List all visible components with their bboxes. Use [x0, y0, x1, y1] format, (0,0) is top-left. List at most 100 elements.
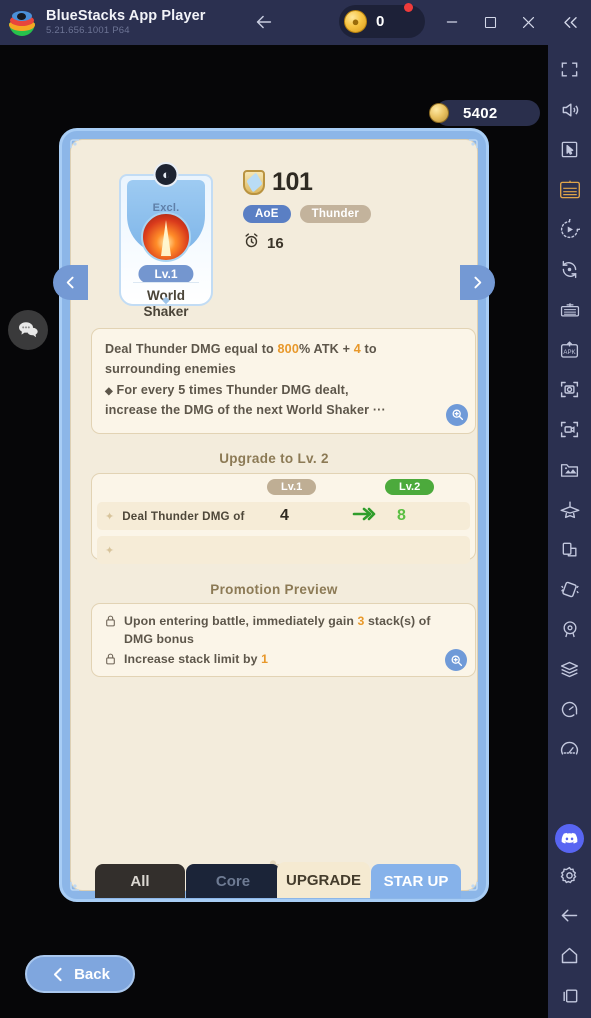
desc-text-3: For every 5 times Thunder DMG dealt, [112, 382, 349, 397]
collapse-sidebar-button[interactable] [554, 6, 586, 38]
shake-icon [559, 579, 580, 605]
skill-tags: AoE Thunder [243, 205, 372, 223]
desc-text-4: increase the DMG of the next World Shake… [105, 403, 370, 418]
rotate-icon [559, 259, 580, 285]
titlebar-texts: BlueStacks App Player 5.21.656.1001 P64 [46, 7, 206, 37]
desc-text-c: to [360, 342, 377, 356]
emblem-diamond-icon: ◆ [162, 295, 170, 306]
sidebar-item-recent-apps[interactable] [548, 978, 591, 1018]
settings-gear-icon [559, 865, 580, 891]
sidebar-item-multi-instance[interactable] [548, 292, 591, 332]
skill-tag-element: Thunder [299, 205, 372, 223]
screen-root: BlueStacks App Player 5.21.656.1001 P64 … [0, 0, 591, 1018]
tab-core[interactable]: Core [186, 864, 280, 898]
game-viewport[interactable]: 5402 Excl. Lv.1 World Shaker ◆ ◐ 101 AoE… [0, 45, 548, 1018]
layers-icon [559, 659, 580, 685]
sidebar-item-layers[interactable] [548, 652, 591, 692]
sidebar-item-pointer[interactable] [548, 132, 591, 172]
sidebar-item-settings[interactable] [548, 858, 591, 898]
coin-count: 0 [376, 13, 385, 30]
cursor-pointer-icon [560, 140, 579, 164]
description-line-3: ◆ For every 5 times Thunder DMG dealt, [105, 380, 462, 400]
prev-skill-button[interactable] [53, 265, 88, 300]
tab-star-up[interactable]: STAR UP [371, 864, 461, 898]
sidebar-item-location[interactable] [548, 612, 591, 652]
promotion-section-title: Promotion Preview [210, 582, 338, 597]
titlebar-back-button[interactable] [248, 6, 280, 38]
sidebar-item-record-screen[interactable] [548, 412, 591, 452]
app-version: 5.21.656.1001 P64 [46, 25, 130, 37]
sidebar-item-install-apk[interactable]: APK [548, 332, 591, 372]
table-row: ✦ Deal Thunder DMG of 4 8 [97, 502, 470, 530]
skill-header-info: 101 AoE Thunder 16 [243, 168, 372, 254]
sidebar-item-home[interactable] [548, 938, 591, 978]
shield-icon [243, 170, 265, 195]
magnifier-zoom-icon[interactable] [445, 649, 467, 671]
install-apk-icon: APK [559, 340, 580, 365]
row-bullet-icon: ✦ [105, 544, 115, 557]
promo-text: Upon entering battle, immediately gain 3… [124, 612, 463, 648]
sidebar-item-game-controls[interactable] [548, 172, 591, 212]
notification-badge [404, 3, 413, 12]
description-line-4: increase the DMG of the next World Shake… [105, 400, 462, 420]
tab-upgrade[interactable]: UPGRADE [277, 862, 370, 898]
skill-emblem[interactable]: Excl. Lv.1 World Shaker ◆ ◐ [119, 162, 213, 319]
column-header-current-level: Lv.1 [267, 479, 317, 495]
bluestacks-logo-icon [9, 10, 35, 36]
home-icon [559, 945, 580, 971]
sidebar-item-trim-memory[interactable] [548, 692, 591, 732]
gold-amount: 5402 [463, 104, 498, 122]
promo-text-a: Increase stack limit by [124, 652, 262, 667]
sidebar-item-eco-mode[interactable] [548, 492, 591, 532]
sidebar-item-volume[interactable] [548, 92, 591, 132]
back-button[interactable]: Back [25, 955, 135, 993]
sidebar-item-back[interactable] [548, 898, 591, 938]
app-title: BlueStacks App Player [46, 7, 206, 24]
record-screen-icon [559, 419, 580, 445]
sidebar-item-media-manager[interactable] [548, 452, 591, 492]
desc-text-a: Deal Thunder DMG equal to [105, 342, 278, 356]
close-button[interactable] [512, 6, 544, 38]
minimize-button[interactable] [436, 6, 468, 38]
screenshot-icon [559, 379, 580, 405]
alarm-clock-icon [243, 232, 260, 254]
row-old-value: 4 [280, 507, 289, 524]
copy-screen-icon [560, 540, 580, 565]
desc-text-b: % ATK + [299, 342, 354, 356]
skill-cooldown-value: 16 [267, 234, 284, 252]
row-bullet-icon: ✦ [105, 510, 115, 523]
promo-text-a: Upon entering battle, immediately gain [124, 614, 358, 628]
skill-power-row: 101 [243, 168, 371, 197]
recent-apps-icon [560, 986, 580, 1011]
sidebar-item-performance[interactable] [548, 732, 591, 772]
volume-icon [560, 100, 580, 125]
sidebar-item-shake[interactable] [548, 572, 591, 612]
description-line-2: surrounding enemies [105, 362, 236, 377]
description-line-1: Deal Thunder DMG equal to 800% ATK + 4 t… [105, 339, 462, 359]
tab-all[interactable]: All [95, 864, 185, 898]
upgrade-section-title: Upgrade to Lv. 2 [219, 451, 329, 466]
chat-bubble-icon[interactable] [8, 310, 48, 350]
back-button-label: Back [74, 965, 110, 983]
list-item: Upon entering battle, immediately gain 3… [104, 612, 463, 648]
skill-cooldown-row: 16 [243, 232, 371, 254]
upgrade-table: Lv.1 Lv.2 ✦ Deal Thunder DMG of 4 8 ✦ [91, 473, 476, 564]
magnifier-zoom-icon[interactable] [446, 403, 468, 426]
sidebar-item-macro[interactable] [548, 212, 591, 252]
desc-ellipsis: ··· [372, 403, 386, 418]
gold-counter[interactable]: 5402 [429, 100, 540, 126]
maximize-button[interactable] [474, 6, 506, 38]
skill-description-box: Deal Thunder DMG equal to 800% ATK + 4 t… [91, 328, 476, 434]
sidebar-item-fullscreen[interactable] [548, 52, 591, 92]
upgrade-table-header: Lv.1 Lv.2 [97, 479, 470, 499]
sidebar-item-rotate[interactable] [548, 252, 591, 292]
desc-bullet-icon: ◆ [105, 385, 113, 397]
upgrade-arrow-icon [351, 506, 377, 527]
sidebar-item-discord[interactable] [548, 818, 591, 858]
sidebar-item-screenshot[interactable] [548, 372, 591, 412]
next-skill-button[interactable] [460, 265, 495, 300]
gold-coin-icon [429, 103, 449, 123]
discord-icon [555, 823, 584, 853]
location-icon [560, 619, 580, 645]
sidebar-item-copy-screen[interactable] [548, 532, 591, 572]
